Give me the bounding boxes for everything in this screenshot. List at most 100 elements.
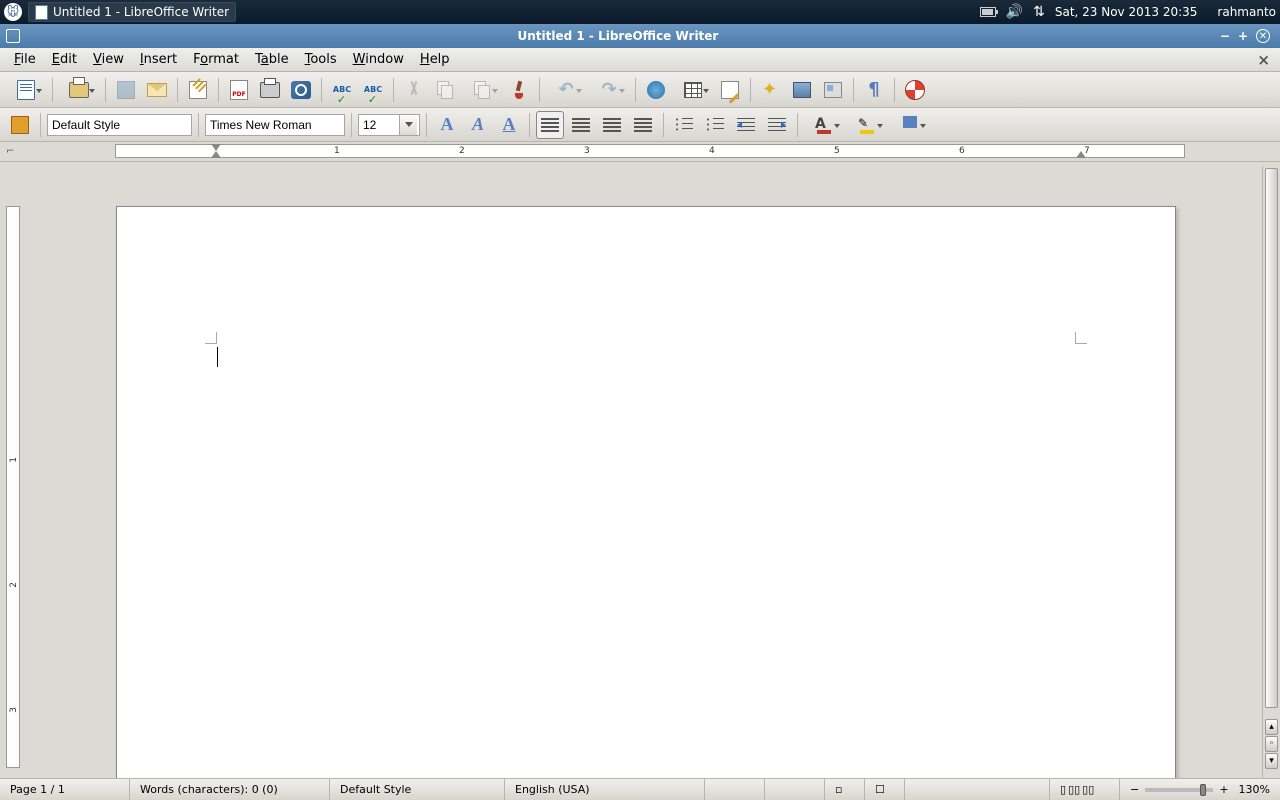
font-size-input[interactable] <box>359 115 399 135</box>
menu-help[interactable]: Help <box>412 50 458 69</box>
menu-window[interactable]: Window <box>345 50 412 69</box>
status-selection-mode[interactable] <box>765 779 825 800</box>
redo-icon: ↷ <box>601 79 616 100</box>
clock[interactable]: Sat, 23 Nov 2013 20:35 <box>1055 5 1198 19</box>
font-size-dropdown[interactable] <box>399 115 417 135</box>
font-color-button[interactable]: A <box>804 111 844 139</box>
font-name-input[interactable] <box>206 115 369 135</box>
help-button[interactable] <box>901 76 929 104</box>
edit-file-button[interactable] <box>184 76 212 104</box>
status-page[interactable]: Page 1 / 1 <box>0 779 130 800</box>
menu-tools[interactable]: Tools <box>297 50 345 69</box>
copy-button[interactable] <box>431 76 459 104</box>
paste-button[interactable] <box>462 76 502 104</box>
single-page-icon[interactable]: ▯ <box>1060 783 1066 796</box>
vertical-scrollbar[interactable]: ▴ ◦ ▾ <box>1262 166 1280 778</box>
status-wordcount[interactable]: Words (characters): 0 (0) <box>130 779 330 800</box>
spellcheck-button[interactable]: ABC <box>328 76 356 104</box>
close-button[interactable]: ✕ <box>1256 29 1270 43</box>
bold-button[interactable]: A <box>433 111 461 139</box>
network-icon[interactable]: ⇅ <box>1033 4 1045 20</box>
align-right-button[interactable] <box>598 111 626 139</box>
increase-indent-button[interactable] <box>763 111 791 139</box>
menu-table[interactable]: Table <box>247 50 297 69</box>
bgcolor-button[interactable] <box>890 111 930 139</box>
status-section[interactable] <box>905 779 1050 800</box>
user-menu[interactable]: rahmanto <box>1217 5 1276 19</box>
book-view-icon[interactable]: ▯▯ <box>1082 783 1094 796</box>
status-modified[interactable]: ▫ <box>825 779 865 800</box>
new-button[interactable] <box>6 76 46 104</box>
gallery-button[interactable] <box>788 76 816 104</box>
underline-button[interactable]: A <box>495 111 523 139</box>
view-layout[interactable]: ▯ ▯▯ ▯▯ <box>1050 779 1120 800</box>
apps-menu-icon[interactable]: 🐭 <box>4 3 22 21</box>
maximize-button[interactable]: + <box>1238 29 1248 43</box>
autospellcheck-button[interactable]: ABC <box>359 76 387 104</box>
save-button[interactable] <box>112 76 140 104</box>
table-button[interactable] <box>673 76 713 104</box>
menu-insert[interactable]: Insert <box>132 50 185 69</box>
navigator-button[interactable] <box>757 76 785 104</box>
multi-page-icon[interactable]: ▯▯ <box>1068 783 1080 796</box>
cut-button[interactable] <box>400 76 428 104</box>
zoom-in-button[interactable]: + <box>1219 783 1228 796</box>
nonprinting-button[interactable]: ¶ <box>860 76 888 104</box>
status-signature[interactable]: ☐ <box>865 779 905 800</box>
status-style[interactable]: Default Style <box>330 779 505 800</box>
hyperlink-button[interactable] <box>642 76 670 104</box>
decrease-indent-button[interactable] <box>732 111 760 139</box>
close-document-button[interactable]: × <box>1253 51 1274 69</box>
left-indent-marker[interactable] <box>211 151 221 158</box>
export-pdf-button[interactable] <box>225 76 253 104</box>
status-insert-mode[interactable] <box>705 779 765 800</box>
menu-file[interactable]: FFileile <box>6 50 44 69</box>
datasources-button[interactable] <box>819 76 847 104</box>
horizontal-ruler[interactable]: ⌐ 1 2 3 4 5 6 7 <box>0 142 1280 162</box>
status-language[interactable]: English (USA) <box>505 779 705 800</box>
page[interactable] <box>116 206 1176 778</box>
format-paintbrush-button[interactable] <box>505 76 533 104</box>
zoom-out-button[interactable]: − <box>1130 783 1139 796</box>
taskbar-entry[interactable]: Untitled 1 - LibreOffice Writer <box>28 2 236 22</box>
zoom-knob[interactable] <box>1200 784 1206 796</box>
highlight-button[interactable]: ✎ <box>847 111 887 139</box>
tab-type-icon[interactable]: ⌐ <box>6 146 14 157</box>
zoom-control[interactable]: − + 130% <box>1120 779 1280 800</box>
redo-button[interactable]: ↷ <box>589 76 629 104</box>
document-area[interactable] <box>24 166 1262 778</box>
vertical-ruler[interactable]: 1 2 3 <box>0 166 24 778</box>
battery-icon[interactable] <box>980 7 996 17</box>
italic-button[interactable]: A <box>464 111 492 139</box>
print-preview-button[interactable] <box>287 76 315 104</box>
prev-page-button[interactable]: ▴ <box>1265 719 1278 735</box>
window-titlebar[interactable]: Untitled 1 - LibreOffice Writer − + ✕ <box>0 24 1280 48</box>
font-size-combo[interactable] <box>358 114 420 136</box>
menu-edit[interactable]: Edit <box>44 50 85 69</box>
show-draw-button[interactable] <box>716 76 744 104</box>
open-button[interactable] <box>59 76 99 104</box>
bullet-list-button[interactable] <box>701 111 729 139</box>
paragraph-style-combo[interactable] <box>47 114 192 136</box>
zoom-slider[interactable] <box>1145 788 1213 792</box>
volume-icon[interactable]: 🔊 <box>1006 4 1023 20</box>
print-button[interactable] <box>256 76 284 104</box>
navigation-button[interactable]: ◦ <box>1265 736 1278 752</box>
first-line-indent-marker[interactable] <box>211 144 221 151</box>
align-left-button[interactable] <box>536 111 564 139</box>
undo-button[interactable]: ↶ <box>546 76 586 104</box>
email-button[interactable] <box>143 76 171 104</box>
styles-button[interactable] <box>6 111 34 139</box>
numbered-list-button[interactable] <box>670 111 698 139</box>
font-name-combo[interactable] <box>205 114 345 136</box>
minimize-button[interactable]: − <box>1220 29 1230 43</box>
align-center-button[interactable] <box>567 111 595 139</box>
window-menu-icon[interactable] <box>6 29 20 43</box>
scrollbar-thumb[interactable] <box>1265 168 1278 708</box>
zoom-value[interactable]: 130% <box>1239 783 1270 796</box>
menu-view[interactable]: View <box>85 50 132 69</box>
next-page-button[interactable]: ▾ <box>1265 753 1278 769</box>
menu-format[interactable]: Format <box>185 50 247 69</box>
align-justify-button[interactable] <box>629 111 657 139</box>
paragraph-style-input[interactable] <box>48 115 211 135</box>
